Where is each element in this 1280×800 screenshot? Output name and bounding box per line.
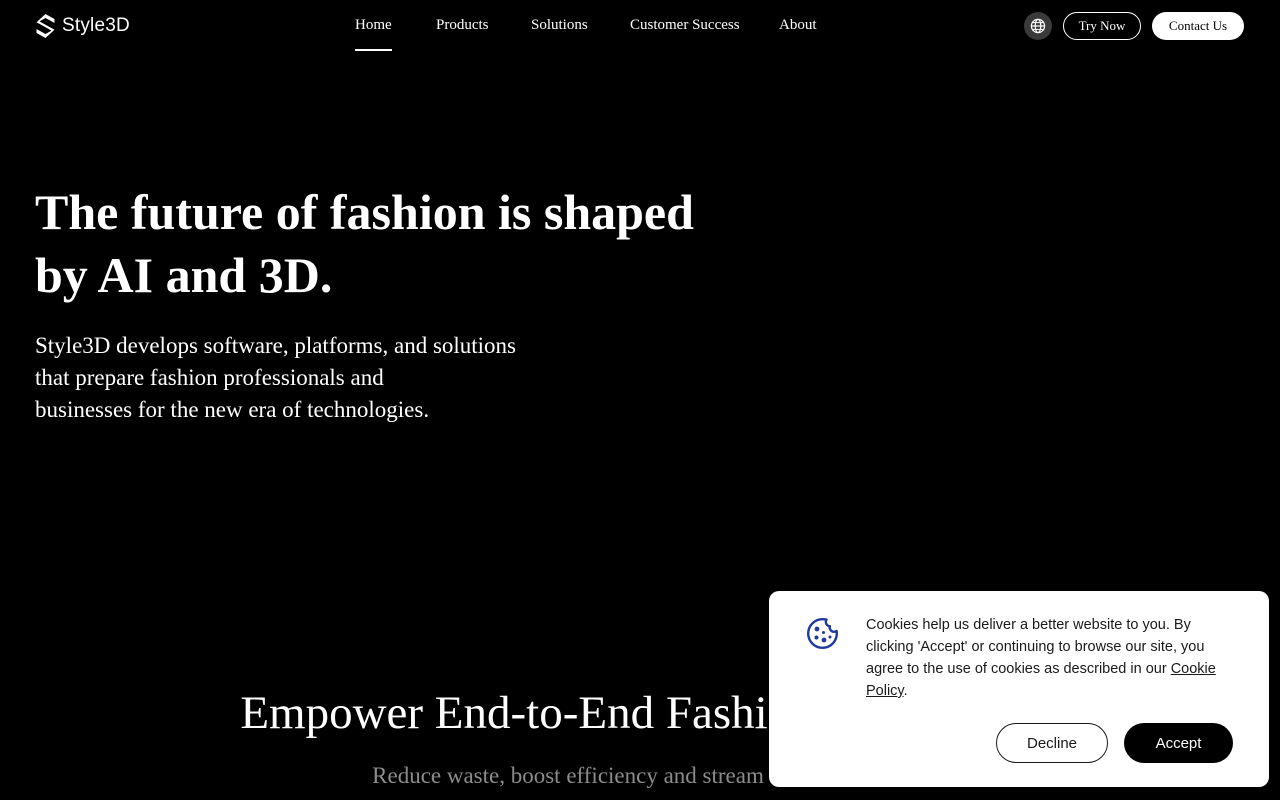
cookie-message: Cookies help us deliver a better website… xyxy=(866,614,1236,702)
style3d-logo-icon xyxy=(36,14,55,38)
site-header: Style3D Home Products Solutions Customer… xyxy=(0,0,1280,52)
globe-icon xyxy=(1030,18,1046,34)
logo-text: Style3D xyxy=(62,15,130,36)
accept-button[interactable]: Accept xyxy=(1124,723,1233,763)
hero-subtitle: Style3D develops software, platforms, an… xyxy=(35,330,555,426)
decline-button[interactable]: Decline xyxy=(996,723,1108,763)
hero-title-line-1: The future of fashion is shaped xyxy=(35,184,694,240)
cookie-banner: Cookies help us deliver a better website… xyxy=(769,591,1269,787)
hero-subtitle-line-2: that prepare fashion professionals and xyxy=(35,365,384,390)
hero-title: The future of fashion is shaped by AI an… xyxy=(35,181,755,307)
nav-solutions[interactable]: Solutions xyxy=(531,16,588,34)
page: Style3D Home Products Solutions Customer… xyxy=(0,0,1280,800)
cookie-icon xyxy=(807,618,838,649)
section-title-text: Empower End-to-End Fashi xyxy=(240,687,768,739)
nav-products[interactable]: Products xyxy=(436,16,489,34)
cookie-message-end: . xyxy=(903,683,908,699)
logo-link[interactable]: Style3D xyxy=(35,12,130,40)
hero-subtitle-line-1: Style3D develops software, platforms, an… xyxy=(35,333,517,358)
hero-subtitle-line-3: businesses for the new era of technologi… xyxy=(35,397,430,422)
section-subtitle-text: Reduce waste, boost efficiency and strea… xyxy=(372,763,764,788)
cookie-icon-wrap xyxy=(805,616,840,651)
nav-customer-success[interactable]: Customer Success xyxy=(630,16,740,34)
nav-about[interactable]: About xyxy=(779,16,817,34)
contact-us-button[interactable]: Contact Us xyxy=(1152,12,1244,40)
language-button[interactable] xyxy=(1024,12,1052,40)
nav-home[interactable]: Home xyxy=(355,16,392,51)
cookie-message-text: Cookies help us deliver a better website… xyxy=(866,617,1205,677)
try-now-button[interactable]: Try Now xyxy=(1063,12,1141,40)
hero-title-line-2: by AI and 3D. xyxy=(35,247,333,303)
